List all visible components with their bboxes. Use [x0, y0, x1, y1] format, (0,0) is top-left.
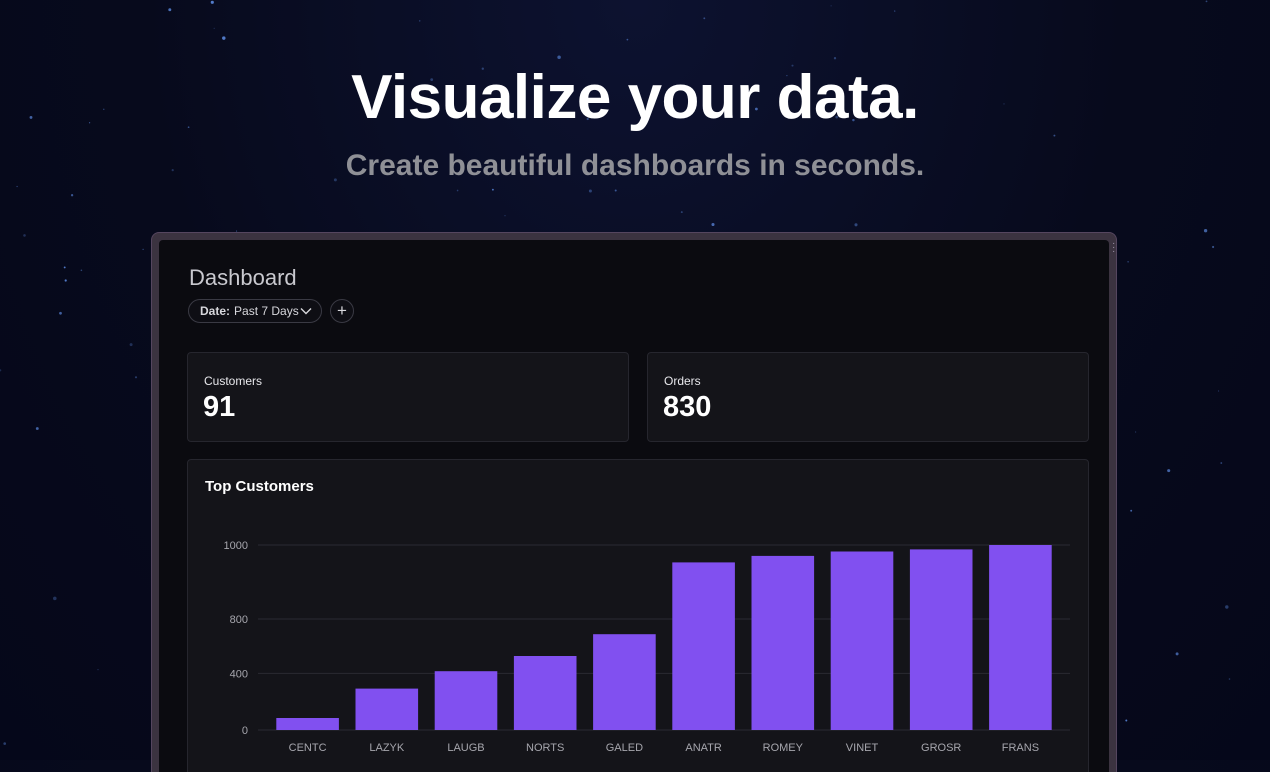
- star: [35, 427, 39, 430]
- star: [168, 8, 172, 12]
- add-filter-button[interactable]: +: [330, 299, 354, 323]
- metric-card-customers: Customers 91: [187, 352, 629, 442]
- star: [557, 55, 561, 60]
- star: [703, 17, 706, 20]
- date-filter-label: Date:: [200, 304, 231, 318]
- star: [626, 38, 629, 41]
- star: [80, 269, 83, 272]
- star: [142, 248, 144, 251]
- bar-galed: [593, 634, 656, 730]
- dashboard-title: Dashboard: [189, 265, 297, 290]
- metric-value: 830: [663, 391, 712, 423]
- star: [16, 185, 18, 188]
- star: [1220, 462, 1223, 464]
- star: [23, 234, 26, 237]
- x-tick-label: LAZYK: [369, 742, 405, 754]
- star: [1134, 431, 1137, 433]
- star: [1130, 509, 1133, 512]
- y-tick-label: 1000: [224, 540, 248, 552]
- dashboard-panel: Dashboard Date: Past 7 Days + Customers …: [159, 240, 1109, 772]
- star: [504, 215, 506, 217]
- metric-label: Customers: [204, 374, 263, 388]
- star: [1175, 652, 1179, 656]
- x-tick-label: GROSR: [921, 742, 961, 754]
- window-grip-icon[interactable]: · · ·: [1112, 239, 1115, 257]
- star: [213, 27, 215, 30]
- star: [419, 20, 421, 22]
- star: [129, 343, 133, 347]
- bar-frans: [989, 545, 1052, 730]
- hero-subtitle: Create beautiful dashboards in seconds.: [345, 149, 925, 182]
- bar-norts: [513, 656, 577, 730]
- star: [894, 10, 896, 12]
- star: [1205, 0, 1208, 3]
- date-filter-button[interactable]: Date: Past 7 Days: [188, 299, 322, 323]
- x-tick-label: VINET: [846, 742, 879, 754]
- star: [1053, 134, 1056, 137]
- star: [97, 668, 99, 671]
- star: [210, 0, 214, 4]
- star: [53, 596, 57, 601]
- bar-grosr: [909, 549, 973, 730]
- x-tick-label: NORTS: [526, 742, 564, 754]
- x-tick-label: ROMEY: [763, 742, 804, 754]
- bar-vinet: [830, 551, 894, 730]
- date-filter-value: Past 7 Days: [234, 304, 299, 318]
- star: [222, 36, 226, 40]
- star: [1218, 390, 1220, 392]
- metric-card-orders: Orders 830: [647, 352, 1089, 442]
- star: [456, 189, 459, 192]
- star: [1228, 678, 1231, 680]
- y-tick-label: 800: [230, 614, 248, 626]
- bar-lazyk: [355, 688, 419, 730]
- star: [491, 188, 494, 191]
- star: [59, 311, 62, 315]
- star: [854, 223, 858, 227]
- dashboard-window: · · · Dashboard Date: Past 7 Days + Custom…: [151, 232, 1117, 772]
- x-tick-label: FRANS: [1002, 742, 1039, 754]
- hero-title: Visualize your data.: [351, 63, 919, 132]
- star: [711, 222, 715, 227]
- star: [833, 57, 837, 60]
- x-tick-label: CENTC: [289, 742, 327, 754]
- star: [134, 376, 138, 379]
- star: [588, 189, 592, 193]
- star: [1125, 719, 1128, 722]
- star: [830, 5, 832, 7]
- star: [64, 279, 67, 282]
- star: [0, 369, 2, 372]
- bar-laugb: [434, 671, 498, 730]
- metric-label: Orders: [664, 374, 701, 388]
- metric-value: 91: [203, 391, 236, 423]
- star: [614, 189, 617, 192]
- star: [1127, 260, 1129, 263]
- bar-centc: [276, 718, 339, 730]
- star: [1212, 245, 1215, 249]
- star: [1203, 229, 1208, 233]
- x-tick-label: LAUGB: [447, 742, 484, 754]
- star: [680, 211, 683, 214]
- top-customers-bar-chart: 0 400 800 1000 CENTC LAZYK LAUGB NORTS GALED ANAT…: [224, 540, 1070, 754]
- star: [1225, 605, 1229, 609]
- chevron-down-icon: [300, 308, 312, 315]
- star: [70, 194, 74, 197]
- y-tick-label: 0: [242, 725, 248, 737]
- plus-icon: +: [337, 301, 347, 320]
- x-tick-label: ANATR: [685, 742, 722, 754]
- bar-romey: [751, 555, 815, 730]
- star: [3, 742, 7, 745]
- star: [1167, 469, 1171, 473]
- y-tick-label: 400: [230, 668, 248, 680]
- bar-anatr: [672, 562, 735, 730]
- star: [63, 266, 66, 269]
- x-tick-label: GALED: [606, 742, 643, 754]
- top-customers-card: Top Customers 0 400 800 1000 CENTC LAZYK LAUGB…: [187, 459, 1089, 772]
